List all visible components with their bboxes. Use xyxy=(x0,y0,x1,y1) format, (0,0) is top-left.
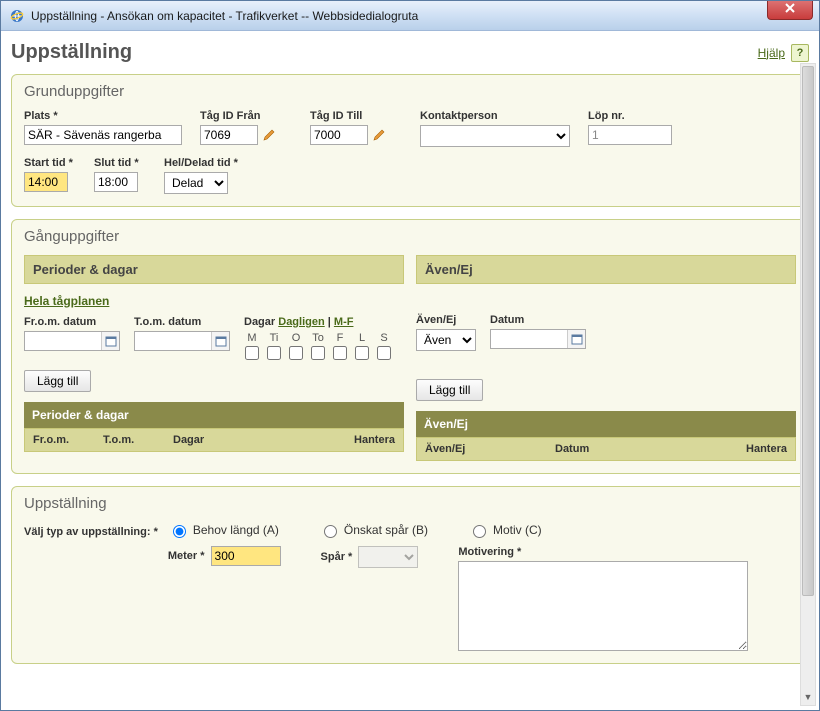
lop-label: Löp nr. xyxy=(588,110,672,122)
dagar-label: Dagar Dagligen | M-F xyxy=(244,316,392,328)
opt-c-label[interactable]: Motiv (C) xyxy=(468,522,542,538)
day-checkboxes xyxy=(244,346,392,360)
col-dagar: Dagar xyxy=(173,434,335,446)
col-from: Fr.o.m. xyxy=(33,434,103,446)
day-l-check[interactable] xyxy=(355,346,369,360)
subhead-perioder: Perioder & dagar xyxy=(24,255,404,284)
day-labels: MTiOToFLS xyxy=(244,332,392,344)
opt-a-radio[interactable] xyxy=(173,525,186,538)
grid-head-avenej: Även/Ej xyxy=(416,411,796,437)
plats-input[interactable] xyxy=(24,125,182,145)
page-header: Uppställning Hjälp ? xyxy=(11,37,809,74)
plats-label: Plats * xyxy=(24,110,182,122)
calendar-icon[interactable] xyxy=(567,330,585,348)
from-date xyxy=(24,331,120,351)
col-hantera2: Hantera xyxy=(727,443,787,455)
col-avenej: Även/Ej xyxy=(425,443,555,455)
col-hantera: Hantera xyxy=(335,434,395,446)
day-ti-check[interactable] xyxy=(267,346,281,360)
tag-till-label: Tåg ID Till xyxy=(310,110,402,122)
close-icon xyxy=(784,1,796,17)
calendar-icon[interactable] xyxy=(101,332,119,350)
col-tom: T.o.m. xyxy=(103,434,173,446)
day-to-check[interactable] xyxy=(311,346,325,360)
tom-label: T.o.m. datum xyxy=(134,316,230,328)
opt-c-radio[interactable] xyxy=(473,525,486,538)
choose-type-label: Välj typ av uppställning: * xyxy=(24,526,158,538)
start-tid-input[interactable] xyxy=(24,172,68,192)
legend-grund: Grunduppgifter xyxy=(24,83,796,100)
pencil-icon[interactable] xyxy=(372,128,386,142)
meter-input[interactable] xyxy=(211,546,281,566)
day-s-check[interactable] xyxy=(377,346,391,360)
grid-cols-avenej: Även/Ej Datum Hantera xyxy=(416,437,796,461)
datum-input[interactable] xyxy=(491,330,567,348)
kontakt-select[interactable] xyxy=(420,125,570,147)
vertical-scrollbar[interactable]: ▼ xyxy=(800,63,816,706)
heldelad-select[interactable]: Delad xyxy=(164,172,228,194)
spar-label: Spår * xyxy=(321,551,353,563)
avenej-select[interactable]: Även xyxy=(416,329,476,351)
titlebar: Uppställning - Ansökan om kapacitet - Tr… xyxy=(1,1,819,31)
page-title: Uppställning xyxy=(11,41,132,64)
motiv-textarea[interactable] xyxy=(458,561,748,651)
mf-link[interactable]: M-F xyxy=(334,316,354,328)
col-datum: Datum xyxy=(555,443,727,455)
lagg-till-button-right[interactable]: Lägg till xyxy=(416,379,483,401)
datum-label: Datum xyxy=(490,314,586,326)
lagg-till-button-left[interactable]: Lägg till xyxy=(24,370,91,392)
legend-gang: Gånguppgifter xyxy=(24,228,796,245)
start-tid-label: Start tid * xyxy=(24,157,76,169)
heldelad-label: Hel/Delad tid * xyxy=(164,157,264,169)
close-button[interactable] xyxy=(767,0,813,20)
opt-b-radio[interactable] xyxy=(324,525,337,538)
day-m-check[interactable] xyxy=(245,346,259,360)
subhead-avenej: Även/Ej xyxy=(416,255,796,284)
help-wrap: Hjälp ? xyxy=(758,44,809,62)
slut-tid-input[interactable] xyxy=(94,172,138,192)
calendar-icon[interactable] xyxy=(211,332,229,350)
help-button[interactable]: ? xyxy=(791,44,809,62)
grid-head-perioder: Perioder & dagar xyxy=(24,402,404,428)
panel-ganguppgifter: Gånguppgifter Perioder & dagar Hela tågp… xyxy=(11,219,809,474)
tom-date-input[interactable] xyxy=(135,332,211,350)
col-perioder: Perioder & dagar Hela tågplanen Fr.o.m. … xyxy=(24,255,404,461)
panel-uppstallning: Uppställning Välj typ av uppställning: *… xyxy=(11,486,809,664)
meter-label: Meter * xyxy=(168,550,205,562)
day-f-check[interactable] xyxy=(333,346,347,360)
dialog-window: Uppställning - Ansökan om kapacitet - Tr… xyxy=(0,0,820,711)
tag-fran-label: Tåg ID Från xyxy=(200,110,292,122)
radio-row: Behov längd (A) Önskat spår (B) Motiv (C… xyxy=(168,522,796,538)
legend-upp: Uppställning xyxy=(24,495,796,512)
whole-tagplan-link[interactable]: Hela tågplanen xyxy=(24,294,109,308)
motiv-label: Motivering * xyxy=(458,546,748,558)
slut-tid-label: Slut tid * xyxy=(94,157,146,169)
col-avenej: Även/Ej Även/Ej Även Datum xyxy=(416,255,796,461)
ie-icon xyxy=(9,8,25,24)
datum-date xyxy=(490,329,586,349)
kontakt-label: Kontaktperson xyxy=(420,110,570,122)
window-title: Uppställning - Ansökan om kapacitet - Tr… xyxy=(31,9,418,23)
lop-input xyxy=(588,125,672,145)
from-date-input[interactable] xyxy=(25,332,101,350)
spar-select xyxy=(358,546,418,568)
tom-date xyxy=(134,331,230,351)
panel-grunduppgifter: Grunduppgifter Plats * Tåg ID Från xyxy=(11,74,809,207)
day-o-check[interactable] xyxy=(289,346,303,360)
tag-fran-input[interactable] xyxy=(200,125,258,145)
from-label: Fr.o.m. datum xyxy=(24,316,120,328)
pencil-icon[interactable] xyxy=(262,128,276,142)
dagligen-link[interactable]: Dagligen xyxy=(278,316,324,328)
opt-a-label[interactable]: Behov längd (A) xyxy=(168,522,279,538)
content-area: Uppställning Hjälp ? Grunduppgifter Plat… xyxy=(1,31,819,710)
avenej-label: Även/Ej xyxy=(416,314,476,326)
tag-till-input[interactable] xyxy=(310,125,368,145)
scrollbar-thumb[interactable] xyxy=(802,66,814,596)
help-link[interactable]: Hjälp xyxy=(758,46,785,60)
chevron-down-icon[interactable]: ▼ xyxy=(801,689,815,705)
opt-b-label[interactable]: Önskat spår (B) xyxy=(319,522,428,538)
grid-cols-perioder: Fr.o.m. T.o.m. Dagar Hantera xyxy=(24,428,404,452)
